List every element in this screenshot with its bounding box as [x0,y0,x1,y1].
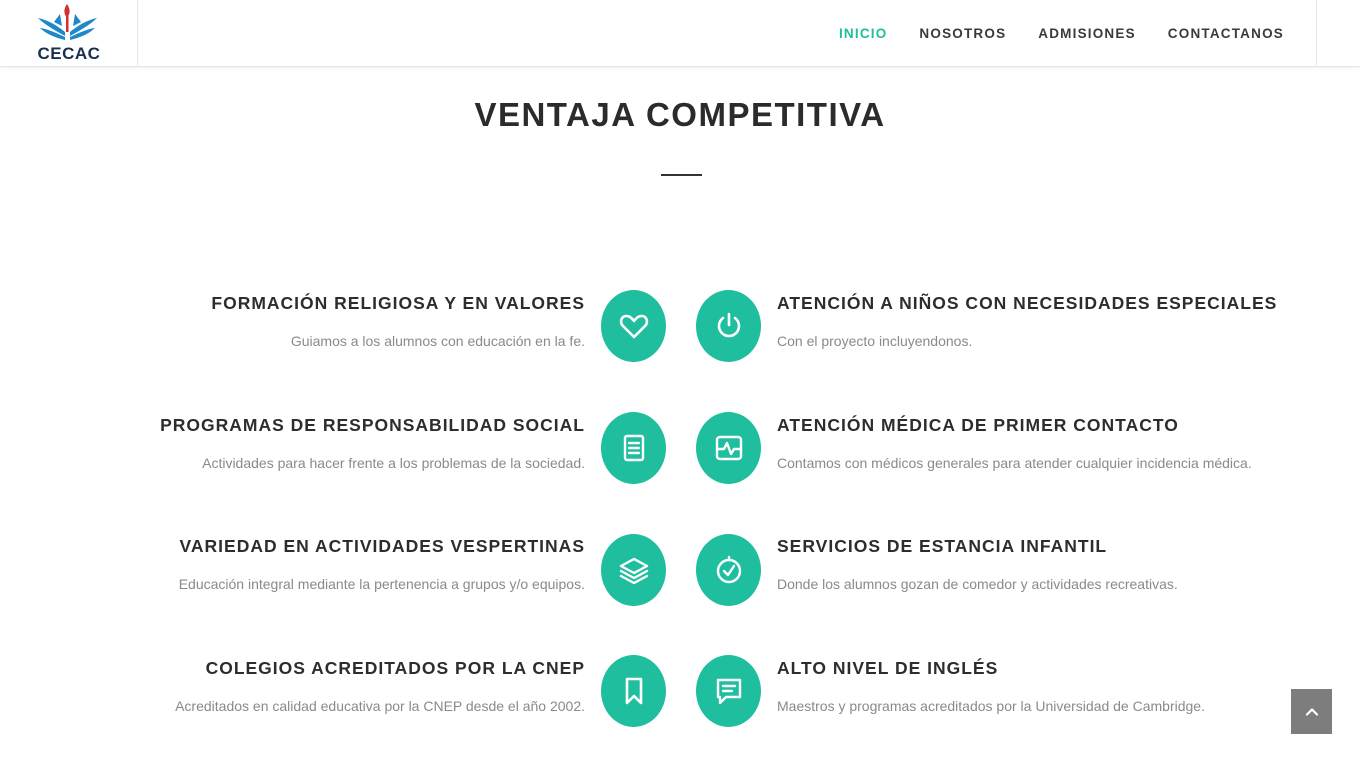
feature-item: ALTO NIVEL DE INGLÉS Maestros y programa… [777,658,1337,714]
feature-item: ATENCIÓN A NIÑOS CON NECESIDADES ESPECIA… [777,293,1337,349]
document-icon [601,412,666,484]
feature-title: SERVICIOS DE ESTANCIA INFANTIL [777,536,1108,556]
power-icon [696,290,761,362]
feature-item: PROGRAMAS DE RESPONSABILIDAD SOCIAL Acti… [25,415,585,471]
main-nav: INICIO NOSOTROS ADMISIONES CONTACTANOS [823,0,1360,67]
feature-description: Contamos con médicos generales para aten… [777,455,1252,471]
nav-item-inicio[interactable]: INICIO [823,0,903,67]
feature-item: ATENCIÓN MÉDICA DE PRIMER CONTACTO Conta… [777,415,1337,471]
feature-description: Educación integral mediante la pertenenc… [178,576,585,592]
heart-icon [601,290,666,362]
feature-title: ATENCIÓN A NIÑOS CON NECESIDADES ESPECIA… [777,293,1278,313]
chevron-up-icon [1305,707,1318,716]
feature-title: ATENCIÓN MÉDICA DE PRIMER CONTACTO [777,415,1179,435]
site-header: CECAC INICIO NOSOTROS ADMISIONES CONTACT… [0,0,1360,67]
bookmark-icon [601,655,666,727]
logo[interactable]: CECAC [0,0,138,67]
feature-title: FORMACIÓN RELIGIOSA Y EN VALORES [211,293,585,313]
back-to-top-button[interactable] [1291,689,1332,734]
feature-description: Maestros y programas acreditados por la … [777,698,1205,714]
feature-title: ALTO NIVEL DE INGLÉS [777,658,999,678]
logo-text: CECAC [37,44,101,63]
logo-mark-icon [38,4,97,40]
feature-description: Con el proyecto incluyendonos. [777,333,973,349]
nav-item-contactanos[interactable]: CONTACTANOS [1152,0,1300,67]
feature-title: VARIEDAD EN ACTIVIDADES VESPERTINAS [179,536,585,556]
feature-description: Actividades para hacer frente a los prob… [202,455,585,471]
feature-item: VARIEDAD EN ACTIVIDADES VESPERTINAS Educ… [25,536,585,592]
section-title: VENTAJA COMPETITIVA [474,96,886,133]
feature-item: SERVICIOS DE ESTANCIA INFANTIL Donde los… [777,536,1337,592]
layers-icon [601,534,666,606]
chat-icon [696,655,761,727]
title-divider [661,174,702,176]
feature-item: COLEGIOS ACREDITADOS POR LA CNEP Acredit… [25,658,585,714]
feature-description: Donde los alumnos gozan de comedor y act… [777,576,1178,592]
nav-divider [1316,0,1360,67]
nav-item-nosotros[interactable]: NOSOTROS [903,0,1022,67]
nav-item-admisiones[interactable]: ADMISIONES [1022,0,1152,67]
feature-description: Guiamos a los alumnos con educación en l… [290,333,585,349]
feature-item: FORMACIÓN RELIGIOSA Y EN VALORES Guiamos… [25,293,585,349]
feature-title: PROGRAMAS DE RESPONSABILIDAD SOCIAL [160,415,585,435]
heartbeat-monitor-icon [696,412,761,484]
feature-title: COLEGIOS ACREDITADOS POR LA CNEP [205,658,585,678]
feature-description: Acreditados en calidad educativa por la … [175,698,585,714]
clock-check-icon [696,534,761,606]
